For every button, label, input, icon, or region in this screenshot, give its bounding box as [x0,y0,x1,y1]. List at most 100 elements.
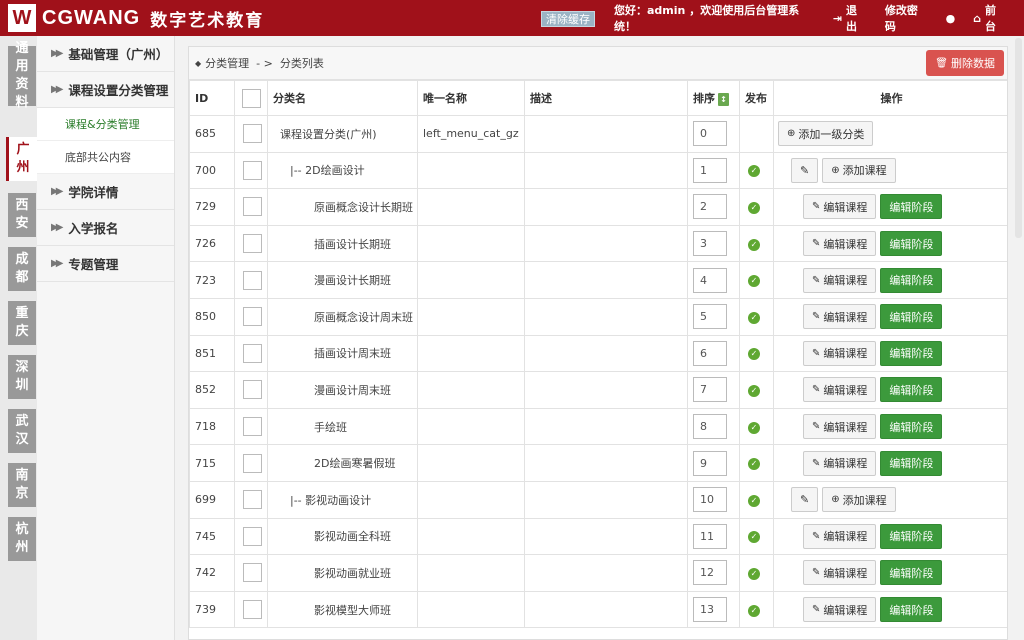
city-tab-shenzhen[interactable]: 深圳 [8,355,36,399]
add-course-button[interactable]: ⊕ 添加课程 [822,157,896,183]
city-tab-general[interactable]: 通用资料 [8,41,36,110]
sort-icon[interactable]: ↕ [718,92,729,106]
published-check-icon[interactable]: ✓ [748,275,760,288]
published-check-icon[interactable]: ✓ [748,165,760,178]
city-tab-chengdu[interactable]: 成都 [8,247,36,291]
published-check-icon[interactable]: ✓ [748,531,760,544]
row-checkbox[interactable] [243,234,262,254]
sort-input[interactable] [693,450,727,476]
city-tab-nanjing[interactable]: 南京 [8,463,36,507]
sort-input[interactable] [693,157,727,183]
delete-data-button[interactable]: 🗑 删除数据 [926,50,1004,76]
published-check-icon[interactable]: ✓ [748,421,760,434]
logout-link[interactable]: ⇥ 退出 [833,2,867,34]
front-link[interactable]: ⌂ 前台 [973,2,1006,34]
edit-course-button[interactable]: ✎ 编辑课程 [803,194,877,220]
add-course-button[interactable]: ⊕ 添加课程 [822,487,896,513]
row-checkbox[interactable] [243,270,262,290]
sort-input[interactable] [693,194,727,220]
edit-course-button[interactable]: ✎ 编辑课程 [803,377,877,403]
sidebar-item-course-category[interactable]: 课程&分类管理 [37,108,174,141]
theme-icon[interactable]: ● [946,12,956,25]
change-password-link[interactable]: 修改密码 [885,2,928,34]
edit-stage-button[interactable]: 编辑阶段 [880,340,943,366]
edit-course-button[interactable]: ✎ 编辑课程 [803,560,877,586]
row-name: 影视模型大师班 [267,590,418,629]
sidebar-group-college[interactable]: ▶▶ 学院详情 [37,174,174,210]
sort-input[interactable] [693,560,727,586]
clear-cache-button[interactable]: 清除缓存 [541,11,595,27]
edit-stage-button[interactable]: 编辑阶段 [880,560,943,586]
sort-input[interactable] [693,487,727,513]
scrollbar-thumb[interactable] [1015,38,1022,238]
sort-input[interactable] [693,414,727,440]
sidebar-item-footer-content[interactable]: 底部共公内容 [37,141,174,174]
row-checkbox[interactable] [243,526,262,546]
city-tab-wuhan[interactable]: 武汉 [8,409,36,453]
row-checkbox[interactable] [243,490,262,510]
row-checkbox[interactable] [243,197,262,217]
sort-input[interactable] [693,377,727,403]
edit-stage-button[interactable]: 编辑阶段 [880,267,943,293]
city-tab-xian[interactable]: 西安 [8,193,36,237]
select-all-checkbox[interactable] [242,88,261,108]
breadcrumb-root[interactable]: 分类管理 [205,55,249,71]
row-checkbox[interactable] [243,343,262,363]
edit-stage-button[interactable]: 编辑阶段 [880,304,943,330]
published-check-icon[interactable]: ✓ [748,384,760,397]
edit-stage-button[interactable]: 编辑阶段 [880,597,943,623]
row-checkbox[interactable] [243,124,262,144]
published-check-icon[interactable]: ✓ [748,458,760,471]
sort-input[interactable] [693,523,727,549]
sort-input[interactable] [693,304,727,330]
sidebar-group-enroll[interactable]: ▶▶ 入学报名 [37,210,174,246]
logo[interactable]: W CGWANG 数字艺术教育 [8,4,264,32]
published-check-icon[interactable]: ✓ [748,348,760,361]
edit-course-button[interactable]: ✎ 编辑课程 [803,231,877,257]
published-check-icon[interactable]: ✓ [748,494,760,507]
sort-input[interactable] [693,267,727,293]
row-checkbox[interactable] [243,380,262,400]
edit-category-button[interactable]: ✎ [791,487,819,513]
edit-course-button[interactable]: ✎ 编辑课程 [803,450,877,476]
edit-course-button[interactable]: ✎ 编辑课程 [803,597,877,623]
table-row: 718手绘班✓✎编辑课程编辑阶段 [189,407,1007,446]
sort-input[interactable] [693,340,727,366]
sidebar-group-topic[interactable]: ▶▶ 专题管理 [37,246,174,282]
edit-course-button[interactable]: ✎ 编辑课程 [803,304,877,330]
edit-stage-button[interactable]: 编辑阶段 [880,194,943,220]
ops-cell: ✎ 编辑课程 编辑阶段 [773,407,1007,446]
city-tab-guangzhou[interactable]: 广州 [6,137,37,181]
sidebar-group-course-category[interactable]: ▶▶ 课程设置分类管理 [37,72,174,108]
published-check-icon[interactable]: ✓ [748,567,760,580]
row-checkbox[interactable] [243,453,262,473]
col-sort[interactable]: 排序 ↕ [687,80,740,116]
page-scrollbar[interactable] [1013,36,1024,640]
row-checkbox[interactable] [243,307,262,327]
city-tab-hangzhou[interactable]: 杭州 [8,517,36,561]
sort-input[interactable] [693,121,727,147]
edit-course-button[interactable]: ✎ 编辑课程 [803,523,877,549]
edit-category-button[interactable]: ✎ [791,157,819,183]
published-check-icon[interactable]: ✓ [748,311,760,324]
published-check-icon[interactable]: ✓ [748,238,760,251]
edit-stage-button[interactable]: 编辑阶段 [880,377,943,403]
edit-course-button[interactable]: ✎ 编辑课程 [803,267,877,293]
add-top-category-button[interactable]: ⊕ 添加一级分类 [778,121,874,147]
edit-stage-button[interactable]: 编辑阶段 [880,414,943,440]
edit-stage-button[interactable]: 编辑阶段 [880,231,943,257]
published-check-icon[interactable]: ✓ [748,201,760,214]
edit-course-button[interactable]: ✎ 编辑课程 [803,414,877,440]
row-checkbox[interactable] [243,417,262,437]
edit-stage-button[interactable]: 编辑阶段 [880,450,943,476]
sort-input[interactable] [693,231,727,257]
edit-stage-button[interactable]: 编辑阶段 [880,523,943,549]
sidebar-group-basic[interactable]: ▶▶ 基础管理（广州） [37,36,174,72]
sort-input[interactable] [693,597,727,623]
published-check-icon[interactable]: ✓ [748,604,760,617]
city-tab-chongqing[interactable]: 重庆 [8,301,36,345]
row-checkbox[interactable] [243,600,262,620]
edit-course-button[interactable]: ✎ 编辑课程 [803,340,877,366]
row-checkbox[interactable] [243,160,262,180]
row-checkbox[interactable] [243,563,262,583]
